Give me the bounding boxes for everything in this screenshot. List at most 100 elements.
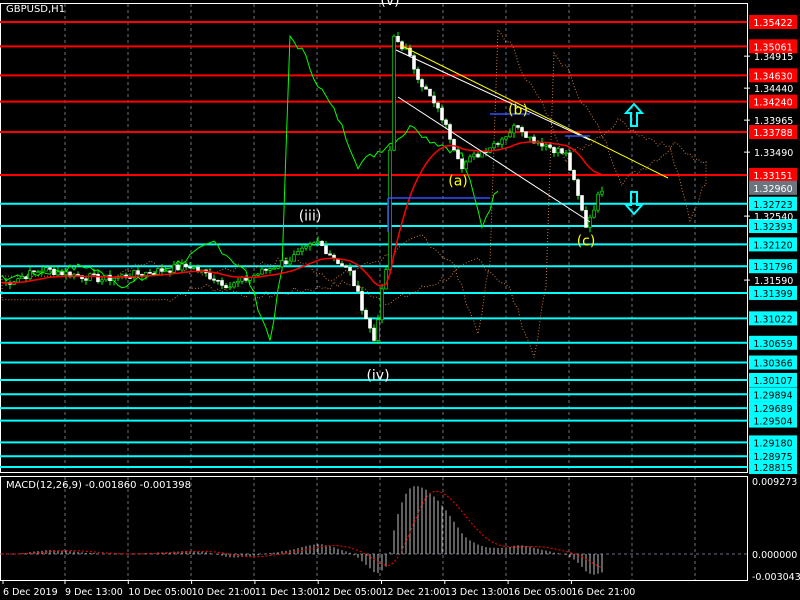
candle-body <box>36 271 40 273</box>
axis-tick-label: 1.34440 <box>754 84 793 95</box>
candle-body <box>284 260 288 265</box>
candle-body <box>524 131 528 138</box>
main-panel-frame <box>0 3 748 473</box>
candle-body <box>564 152 568 155</box>
level-price-label: 1.30366 <box>753 359 792 370</box>
candle-body <box>324 245 328 255</box>
candle-body <box>432 95 436 104</box>
candle-body <box>96 273 100 283</box>
candle-body <box>164 270 168 273</box>
time-label: 16 Dec 05:00 <box>508 587 572 598</box>
candle-body <box>44 267 48 272</box>
wave-label: (iii) <box>299 208 322 224</box>
candle-body <box>436 102 440 109</box>
level-price-label: 1.31796 <box>753 262 792 273</box>
candle-body <box>492 143 496 149</box>
axis-tick-label: 1.32540 <box>754 212 793 223</box>
candle-body <box>48 267 52 270</box>
candle-body <box>472 153 476 158</box>
candle-body <box>420 79 424 88</box>
wave-label: (v) <box>380 0 399 9</box>
candle-body <box>56 271 60 276</box>
candle-body <box>296 251 300 255</box>
candle-body <box>364 310 368 320</box>
candle-body <box>512 125 516 134</box>
candle-body <box>16 278 20 283</box>
candle-body <box>224 285 228 289</box>
candle-body <box>416 68 420 80</box>
candle-body <box>256 273 260 276</box>
price-chart[interactable]: 1.354221.350611.346301.342401.337881.331… <box>0 0 800 600</box>
candle-body <box>452 139 456 151</box>
candle-body <box>268 268 272 271</box>
candle-body <box>600 190 604 195</box>
candle-body <box>176 264 180 271</box>
candle-body <box>384 269 388 290</box>
candle-body <box>528 136 532 139</box>
wave-label: (c) <box>577 233 596 249</box>
candle-body <box>468 156 472 163</box>
candle-body <box>300 247 304 252</box>
candle-body <box>308 243 312 247</box>
chart-title: GBPUSD,H1 <box>6 4 66 15</box>
candle-body <box>24 276 28 280</box>
candle-body <box>592 209 596 218</box>
candle-body <box>424 86 428 90</box>
axis-tick-label: 1.33965 <box>754 116 793 127</box>
candle-body <box>428 88 432 97</box>
candle-body <box>156 268 160 275</box>
candle-body <box>232 282 236 288</box>
level-price-label: 1.30659 <box>753 339 792 350</box>
time-label: 12 Dec 21:00 <box>382 587 446 598</box>
candle-body <box>516 125 520 128</box>
candle-body <box>180 263 184 271</box>
time-label: 11 Dec 13:00 <box>255 587 319 598</box>
candle-body <box>100 279 104 283</box>
candle-body <box>292 254 296 262</box>
candle-body <box>456 149 460 160</box>
arrow-up-icon <box>623 102 645 127</box>
time-label: 10 Dec 21:00 <box>192 587 256 598</box>
level-price-label: 1.29504 <box>753 417 792 428</box>
wave-label: (a) <box>448 173 468 189</box>
candle-body <box>168 270 172 273</box>
candle-body <box>20 276 24 280</box>
candle-body <box>92 273 96 276</box>
candle-body <box>272 267 276 270</box>
candle-body <box>500 138 504 145</box>
candle-body <box>288 260 292 265</box>
candle-body <box>264 268 268 271</box>
candle-body <box>504 136 508 140</box>
candle-body <box>464 161 468 170</box>
candle-body <box>196 266 200 272</box>
candle-body <box>304 245 308 249</box>
candle-body <box>112 277 116 281</box>
level-price-label: 1.33788 <box>753 128 792 139</box>
candle-body <box>188 266 192 269</box>
candle-body <box>148 271 152 274</box>
candle-body <box>136 270 140 275</box>
candle-body <box>212 278 216 281</box>
candle-body <box>360 291 364 311</box>
candle-body <box>556 148 560 154</box>
candle-body <box>568 152 572 171</box>
wave-label: (b) <box>508 103 528 119</box>
candle-body <box>444 119 448 125</box>
candle-body <box>348 267 352 272</box>
candle-body <box>276 266 280 269</box>
candle-body <box>392 35 396 151</box>
level-price-label: 1.33151 <box>753 171 792 182</box>
candle-body <box>32 270 36 273</box>
time-label: 13 Dec 13:00 <box>445 587 509 598</box>
macd-axis-label: 0.000000 <box>752 550 797 561</box>
candle-body <box>144 271 148 276</box>
level-price-label: 1.31022 <box>753 314 792 325</box>
candle-body <box>368 318 372 329</box>
level-price-label: 1.32120 <box>753 240 792 251</box>
candle-body <box>184 263 188 268</box>
candle-body <box>208 272 212 280</box>
candle-body <box>152 273 156 275</box>
candle-body <box>28 270 32 280</box>
candle-body <box>216 279 220 282</box>
level-price-label: 1.32723 <box>753 200 792 211</box>
